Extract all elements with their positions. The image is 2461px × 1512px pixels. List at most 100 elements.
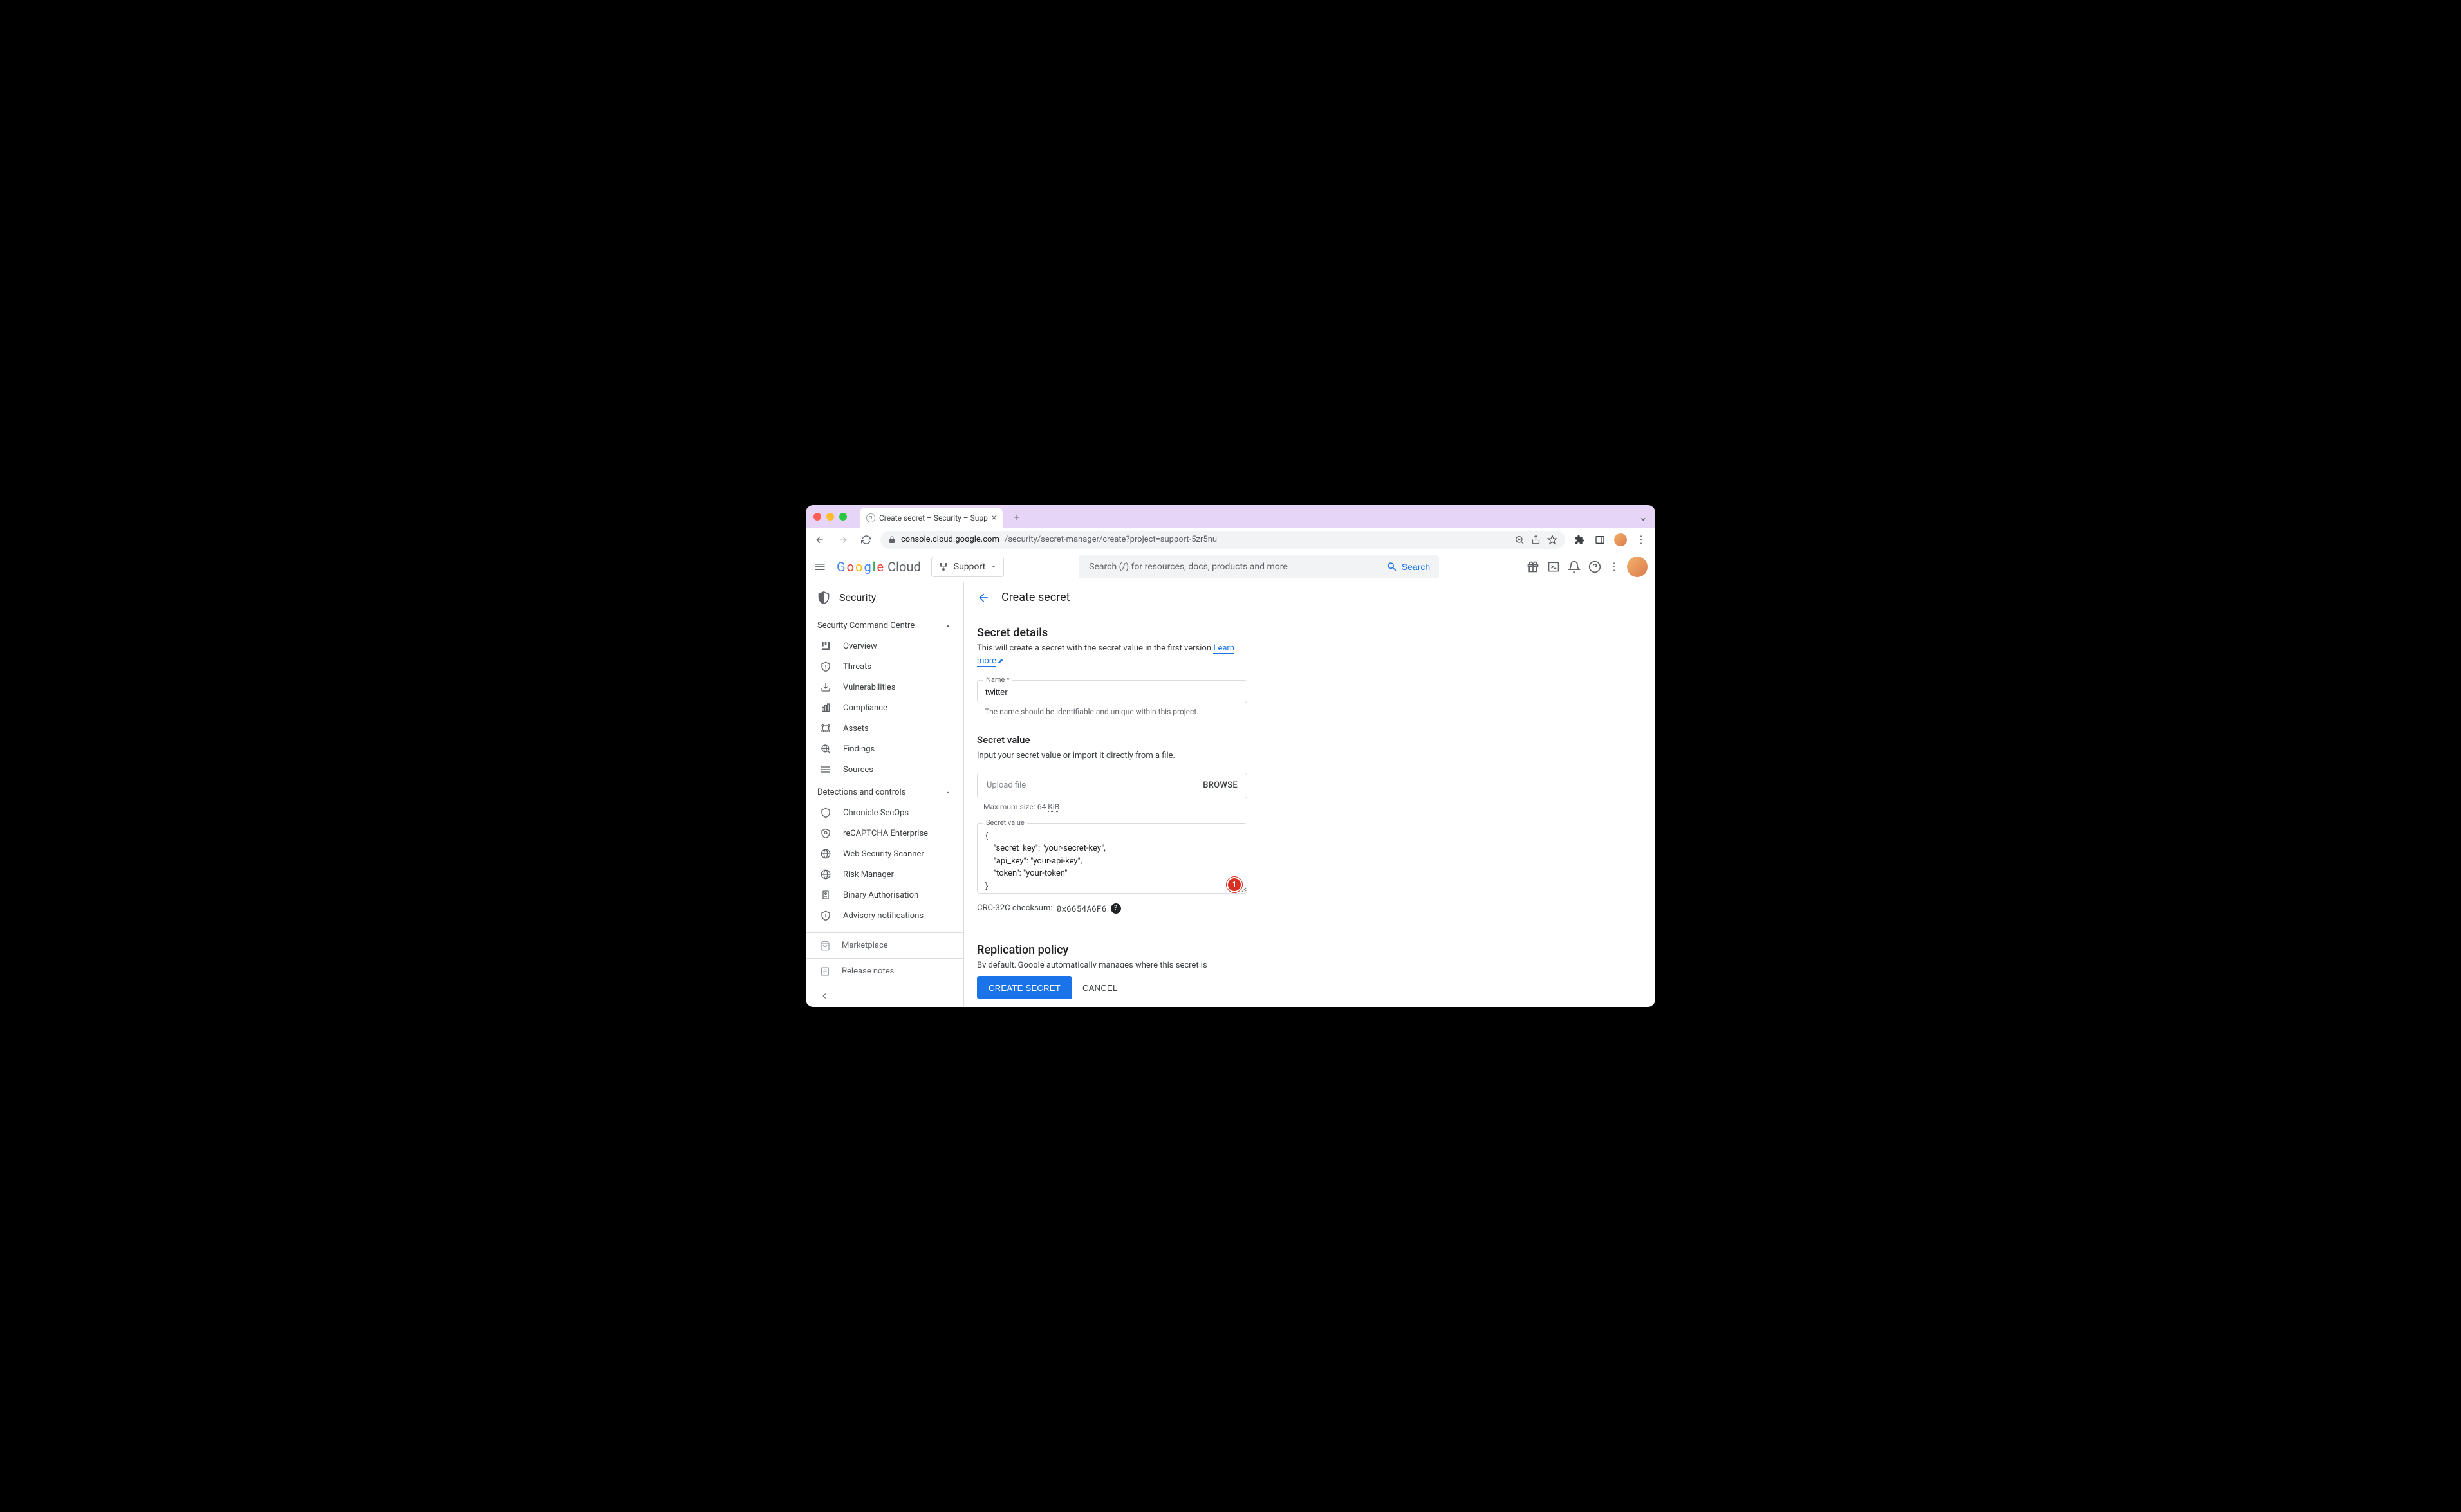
upload-file-box[interactable]: Upload file BROWSE	[977, 773, 1247, 798]
back-button[interactable]	[811, 531, 829, 549]
checksum-row: CRC-32C checksum: 0x6654A6F6 ?	[977, 903, 1247, 914]
sidebar-item[interactable]: Findings	[806, 739, 963, 759]
close-window-icon[interactable]	[813, 513, 821, 521]
zoom-icon[interactable]	[1514, 535, 1525, 545]
create-secret-button[interactable]: CREATE SECRET	[977, 976, 1072, 999]
chrome-menu-icon[interactable]: ⋮	[1632, 531, 1650, 549]
close-tab-icon[interactable]: ×	[992, 513, 996, 523]
help-icon[interactable]: ?	[1111, 903, 1121, 914]
maximize-window-icon[interactable]	[839, 513, 847, 521]
annotation-badge: 1	[1228, 878, 1241, 891]
search-input[interactable]: Search (/) for resources, docs, products…	[1079, 555, 1377, 578]
sidebar-item[interactable]: Binary Authorisation	[806, 885, 963, 905]
sidebar-item[interactable]: Threats	[806, 656, 963, 677]
sidebar-marketplace[interactable]: Marketplace	[806, 932, 963, 958]
page-title: Create secret	[1001, 591, 1070, 604]
sidebar-item-label: Binary Authorisation	[843, 890, 918, 900]
reload-button[interactable]	[857, 531, 875, 549]
cloud-console-header: Google Cloud Support Search (/) for reso…	[806, 551, 1655, 582]
help-icon[interactable]	[1588, 560, 1601, 573]
upload-placeholder: Upload file	[987, 780, 1026, 790]
sidebar-release-notes[interactable]: Release notes	[806, 958, 963, 984]
shield-icon	[817, 591, 830, 604]
sidebar-item-label: Threats	[843, 662, 871, 672]
lock-icon	[888, 536, 896, 544]
name-input[interactable]	[977, 680, 1247, 703]
minimize-window-icon[interactable]	[826, 513, 834, 521]
forward-button[interactable]	[834, 531, 852, 549]
sidebar-item[interactable]: Risk Manager	[806, 864, 963, 885]
gift-icon[interactable]	[1527, 560, 1539, 573]
sidebar-item-icon	[820, 764, 831, 775]
sidebar-item[interactable]: Vulnerabilities	[806, 677, 963, 697]
sidebar-title[interactable]: Security	[806, 582, 963, 613]
notifications-icon[interactable]	[1568, 560, 1581, 573]
sidebar-item-label: Web Security Scanner	[843, 849, 924, 859]
url-path: /security/secret-manager/create?project=…	[1005, 535, 1217, 544]
url-input[interactable]: console.cloud.google.com/security/secret…	[880, 531, 1565, 549]
sidebar-item[interactable]: Sources	[806, 759, 963, 780]
sidebar-item-icon	[820, 703, 831, 713]
tabs-overflow-icon[interactable]: ⌄	[1639, 511, 1648, 523]
globe-icon	[866, 513, 875, 522]
sidebar-item-label: Risk Manager	[843, 870, 894, 880]
replication-help: By default, Google automatically manages…	[977, 959, 1234, 968]
name-label: Name *	[983, 676, 1012, 684]
share-icon[interactable]	[1531, 535, 1541, 545]
page-header: Create secret	[964, 582, 1655, 613]
browse-button[interactable]: BROWSE	[1203, 780, 1238, 790]
sidebar-item-label: Advisory notifications	[843, 911, 924, 921]
search-button[interactable]: Search	[1377, 555, 1439, 578]
max-size-hint: Maximum size: 64 KiB	[977, 802, 1247, 811]
sidebar-item[interactable]: Chronicle SecOps	[806, 802, 963, 823]
sidebar-item-icon	[820, 744, 831, 754]
google-cloud-logo[interactable]: Google Cloud	[837, 559, 921, 575]
sidebar-item[interactable]: Overview	[806, 636, 963, 656]
release-notes-icon	[820, 966, 830, 977]
action-bar: CREATE SECRET CANCEL	[964, 968, 1655, 1007]
collapse-sidebar-button[interactable]	[806, 984, 963, 1007]
user-avatar[interactable]	[1627, 557, 1648, 577]
project-name: Support	[954, 562, 985, 572]
sidebar-item-label: Overview	[843, 641, 877, 651]
sidebar-item-icon	[820, 828, 831, 838]
profile-icon[interactable]	[1611, 531, 1630, 549]
secret-details-help: This will create a secret with the secre…	[977, 642, 1247, 667]
secret-value-help: Input your secret value or import it dir…	[977, 750, 1247, 762]
secret-value-label: Secret value	[983, 818, 1027, 827]
sidebar-item-label: Findings	[843, 744, 875, 754]
sidebar-item[interactable]: Advisory notifications	[806, 905, 963, 926]
side-panel-icon[interactable]	[1591, 531, 1609, 549]
cloud-shell-icon[interactable]	[1547, 560, 1560, 573]
browser-tab[interactable]: Create secret – Security – Supp ×	[860, 508, 1003, 528]
chevron-up-icon	[944, 789, 952, 797]
sidebar-section-scc[interactable]: Security Command Centre	[806, 613, 963, 636]
sidebar-section-detections[interactable]: Detections and controls	[806, 780, 963, 802]
sidebar: Security Security Command Centre Overvie…	[806, 582, 964, 1007]
name-hint: The name should be identifiable and uniq…	[977, 707, 1247, 716]
sidebar-item[interactable]: Assets	[806, 718, 963, 739]
sidebar-item-icon	[820, 661, 831, 672]
new-tab-button[interactable]: +	[1008, 508, 1026, 526]
sidebar-item-icon	[820, 910, 831, 921]
bookmark-icon[interactable]	[1547, 535, 1557, 545]
secret-value-textarea[interactable]	[977, 823, 1247, 894]
more-icon[interactable]: ⋮	[1609, 560, 1619, 573]
tab-title: Create secret – Security – Supp	[879, 513, 988, 522]
secret-value-heading: Secret value	[977, 734, 1247, 746]
project-picker[interactable]: Support	[931, 557, 1004, 577]
cancel-button[interactable]: CANCEL	[1082, 983, 1118, 993]
chevron-up-icon	[944, 622, 952, 630]
replication-heading: Replication policy	[977, 943, 1247, 957]
sidebar-item-icon	[820, 869, 831, 880]
sidebar-item[interactable]: Access Approval	[806, 926, 963, 932]
search-icon	[1386, 561, 1398, 573]
sidebar-item-label: Chronicle SecOps	[843, 808, 909, 818]
sidebar-item[interactable]: Web Security Scanner	[806, 844, 963, 864]
sidebar-item-label: Assets	[843, 724, 869, 733]
extensions-icon[interactable]	[1570, 531, 1588, 549]
sidebar-item[interactable]: reCAPTCHA Enterprise	[806, 823, 963, 844]
page-back-button[interactable]	[977, 591, 990, 604]
sidebar-item[interactable]: Compliance	[806, 697, 963, 718]
hamburger-icon[interactable]	[813, 560, 826, 573]
